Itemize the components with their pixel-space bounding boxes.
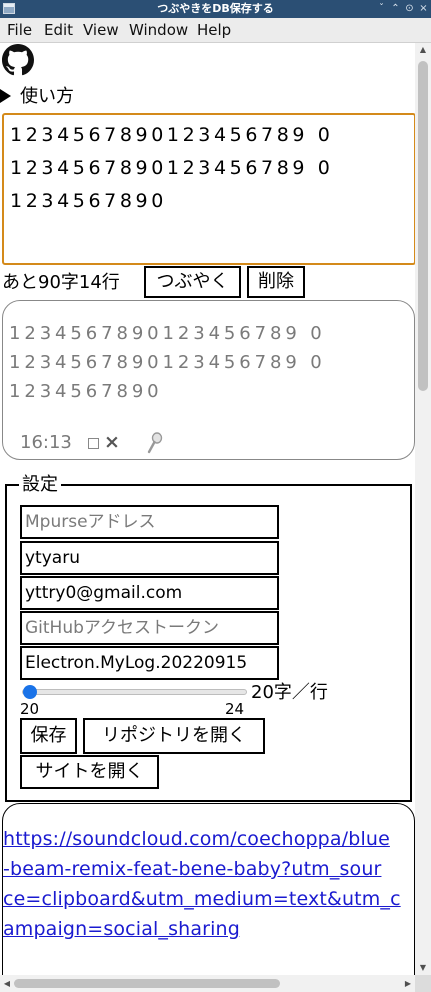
menu-edit[interactable]: Edit [44,21,73,40]
close-icon[interactable]: × [417,1,430,17]
save-settings-button[interactable]: 保存 [20,718,77,754]
vertical-scroll-thumb[interactable] [418,61,428,391]
vertical-scrollbar[interactable]: ▲ ▼ [415,43,431,975]
link-line: ampaign=social_sharing [3,918,240,940]
menu-file[interactable]: File [7,21,32,40]
window-title: つぶやきをDB保存する [157,2,274,15]
remaining-counter: あと90字14行 [2,272,120,293]
settings-legend: 設定 [22,474,58,495]
menu-view[interactable]: View [83,21,119,40]
github-icon[interactable] [2,44,34,76]
email-input[interactable]: yttry0@gmail.com [20,576,279,610]
editor-line: 1234567890123456789 0 [10,157,334,179]
github-token-input[interactable]: GitHubアクセストークン [20,611,279,645]
horizontal-scroll-thumb[interactable] [14,979,280,988]
open-site-button[interactable]: サイトを開く [20,755,159,789]
menu-window[interactable]: Window [129,21,188,40]
preview-time: 16:13 [20,432,72,453]
editor-line: 1234567890123456789 0 [10,124,334,146]
preview-line: 1234567890123456789 0 [9,352,326,373]
preview-line: 1234567890 [9,381,163,402]
username-input[interactable]: ytyaru [20,541,279,575]
slider-track [22,689,247,695]
open-repository-button[interactable]: リポジトリを開く [83,718,265,754]
scroll-right-icon[interactable]: ▶ [401,975,415,992]
scroll-down-icon[interactable]: ▼ [415,961,431,975]
scroll-left-icon[interactable]: ◀ [0,975,14,992]
scrollbar-corner [415,975,431,992]
link-line: -beam-remix-feat-bene-baby?utm_sour [3,858,382,880]
preview-checkbox[interactable] [88,438,99,449]
chars-per-line-label: 20字／行 [251,682,328,703]
slider-thumb[interactable] [23,685,37,699]
slider-max-label: 24 [225,700,245,718]
minimize-icon[interactable]: ˇ [375,1,388,17]
horizontal-scrollbar[interactable]: ◀ ▶ [0,975,415,992]
mpurse-address-input[interactable]: Mpurseアドレス [20,505,279,539]
link-line: ce=clipboard&utm_medium=text&utm_c [3,888,401,910]
menu-help[interactable]: Help [197,21,231,40]
editor-line: 1234567890 [10,190,167,212]
slider-min-label: 20 [20,700,40,718]
post-button[interactable]: つぶやく [144,266,241,298]
scroll-up-icon[interactable]: ▲ [415,43,431,57]
usage-label: 使い方 [20,86,74,107]
tweet-textarea[interactable]: 1234567890123456789 0 123456789012345678… [2,113,416,265]
link-post-card: https://soundcloud.com/coechoppa/blue -b… [2,803,415,992]
usage-disclosure[interactable]: 使い方 [0,86,74,108]
delete-button[interactable]: 削除 [247,266,305,298]
chars-per-line-slider[interactable] [22,685,247,699]
preview-line: 1234567890123456789 0 [9,323,326,344]
maximize-icon[interactable]: ⌃ [389,1,402,17]
link-line: https://soundcloud.com/coechoppa/blue [3,828,390,850]
pin-icon[interactable] [146,432,164,454]
disclosure-triangle-icon [0,89,11,103]
title-bar: つぶやきをDB保存する ˇ ⌃ ⊙ × [0,0,431,18]
sticky-icon[interactable]: ⊙ [403,1,416,17]
repository-input[interactable]: Electron.MyLog.20220915 [20,646,279,680]
preview-delete-icon[interactable]: × [104,430,120,454]
soundcloud-link[interactable]: https://soundcloud.com/coechoppa/blue -b… [3,824,414,944]
menu-bar: File Edit View Window Help [0,18,431,43]
